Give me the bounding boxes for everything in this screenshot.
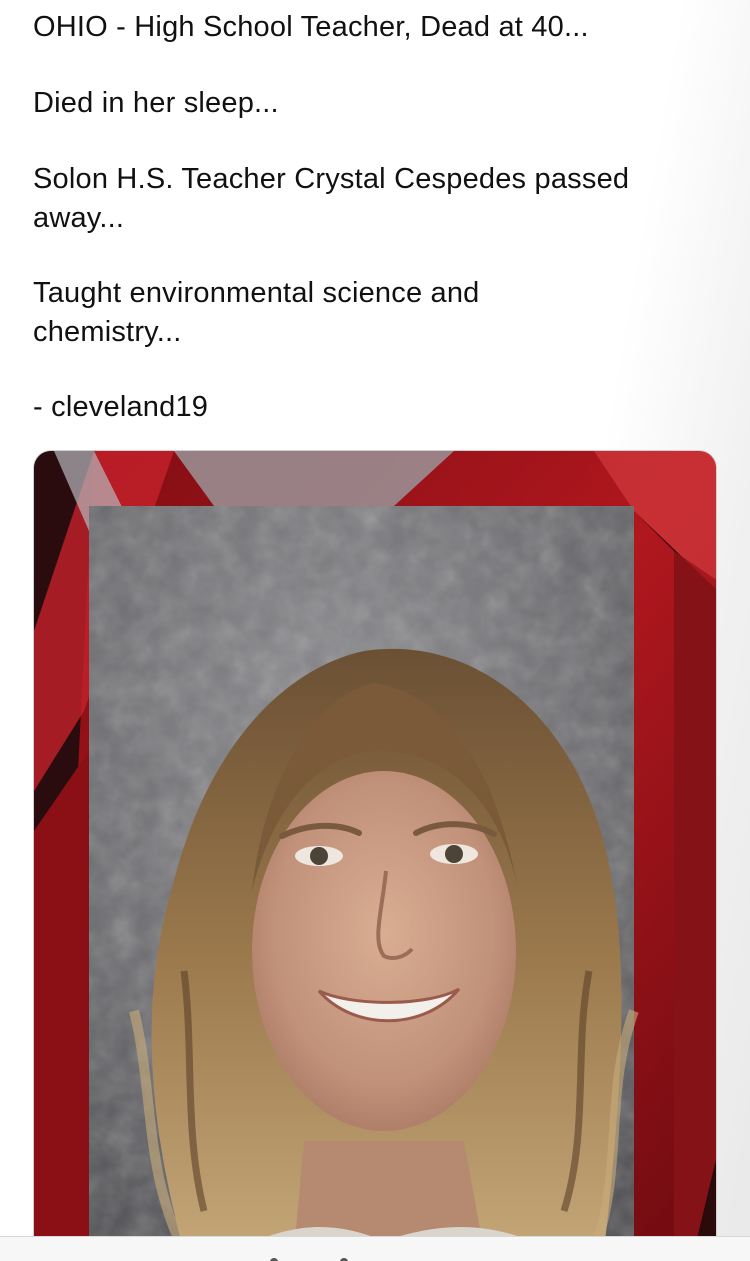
bottom-toolbar (0, 1236, 750, 1261)
post-line: Died in her sleep... (33, 87, 279, 119)
post-line: away... (33, 202, 125, 234)
post-line: Solon H.S. Teacher Crystal Cespedes pass… (33, 163, 630, 195)
source-credit: - cleveland19 (33, 391, 209, 423)
post-line: Taught environmental science and (33, 277, 480, 309)
post-image[interactable] (33, 450, 717, 1250)
portrait-photo (34, 451, 716, 1250)
post-screen: OHIO - High School Teacher, Dead at 40..… (0, 0, 750, 1261)
post-line: chemistry... (33, 316, 182, 348)
headline: OHIO - High School Teacher, Dead at 40..… (33, 11, 589, 43)
partial-icon-row (270, 1258, 348, 1261)
